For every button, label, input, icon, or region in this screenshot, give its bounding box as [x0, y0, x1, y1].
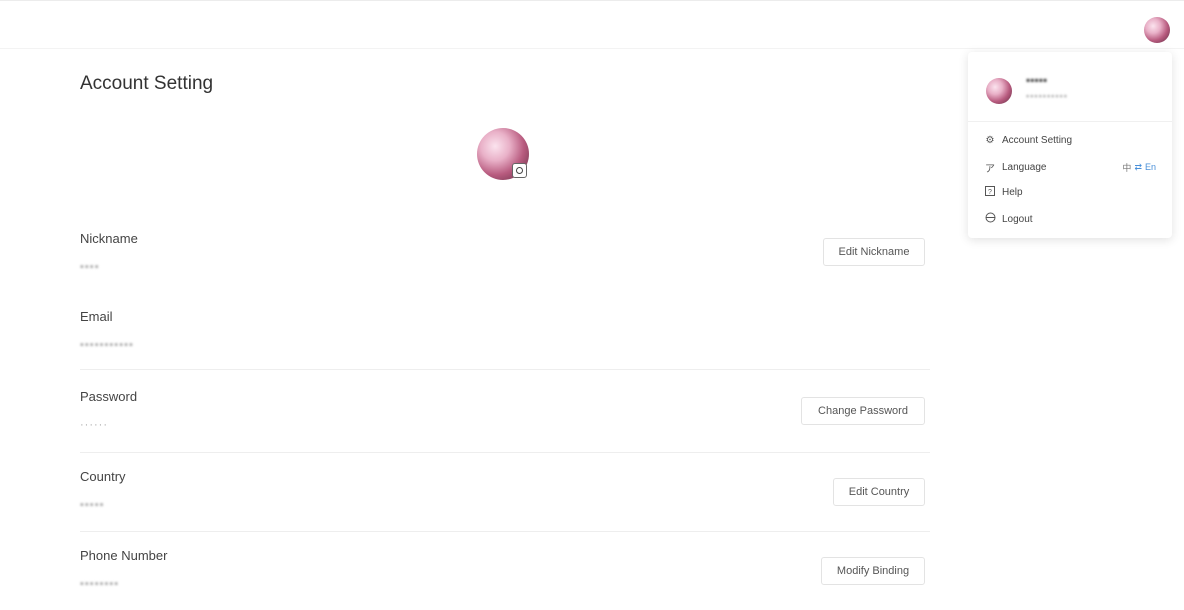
edit-country-button[interactable]: Edit Country — [833, 478, 925, 506]
menu-avatar — [986, 78, 1012, 104]
language-en: En — [1144, 162, 1156, 172]
menu-item-label: Help — [1002, 186, 1023, 198]
svg-text:?: ? — [988, 189, 992, 196]
divider — [80, 531, 930, 532]
help-icon: ? — [984, 185, 996, 199]
user-avatar-icon[interactable] — [1144, 17, 1170, 43]
nickname-value: ▪▪▪▪ — [80, 261, 100, 273]
divider — [80, 369, 930, 370]
password-value: ······ — [80, 419, 108, 431]
modify-binding-button[interactable]: Modify Binding — [821, 557, 925, 585]
top-bar-divider — [0, 48, 1184, 49]
menu-item-label: Account Setting — [1002, 134, 1073, 146]
change-password-button[interactable]: Change Password — [801, 397, 925, 425]
menu-item-account-setting[interactable]: ⚙ Account Setting — [984, 130, 1156, 150]
menu-item-label: Logout — [1002, 213, 1033, 225]
camera-icon[interactable] — [512, 163, 527, 178]
user-dropdown-menu: ▪▪▪▪▪ ▪▪▪▪▪▪▪▪▪▪ ⚙ Account Setting ア Lan… — [968, 52, 1172, 238]
logout-icon — [984, 212, 996, 226]
menu-item-language[interactable]: ア Language 中 ⇄ En — [984, 157, 1156, 177]
phone-number-label: Phone Number — [80, 548, 168, 563]
edit-nickname-button[interactable]: Edit Nickname — [823, 238, 925, 266]
menu-item-help[interactable]: ? Help — [984, 182, 1156, 202]
divider — [80, 452, 930, 453]
password-label: Password — [80, 389, 138, 404]
phone-number-value: ▪▪▪▪▪▪▪▪ — [80, 578, 120, 590]
nickname-label: Nickname — [80, 231, 138, 246]
settings-icon: ⚙ — [985, 134, 995, 146]
language-toggle[interactable]: 中 ⇄ En — [1122, 157, 1156, 177]
page-title: Account Setting — [80, 73, 214, 94]
email-value: ▪▪▪▪▪▪▪▪▪▪▪ — [80, 339, 134, 351]
language-cn: 中 — [1122, 162, 1132, 173]
country-label: Country — [80, 469, 126, 484]
email-label: Email — [80, 309, 113, 324]
country-value: ▪▪▪▪▪ — [80, 499, 105, 511]
top-bar — [0, 0, 1184, 53]
menu-username: ▪▪▪▪▪ — [1026, 73, 1048, 87]
translate-icon: ア — [985, 163, 995, 175]
menu-item-label: Language — [1002, 161, 1047, 173]
menu-item-logout[interactable]: Logout — [984, 209, 1156, 229]
menu-email: ▪▪▪▪▪▪▪▪▪▪ — [1026, 91, 1068, 101]
menu-divider — [968, 121, 1172, 122]
swap-icon: ⇄ — [1134, 161, 1142, 172]
